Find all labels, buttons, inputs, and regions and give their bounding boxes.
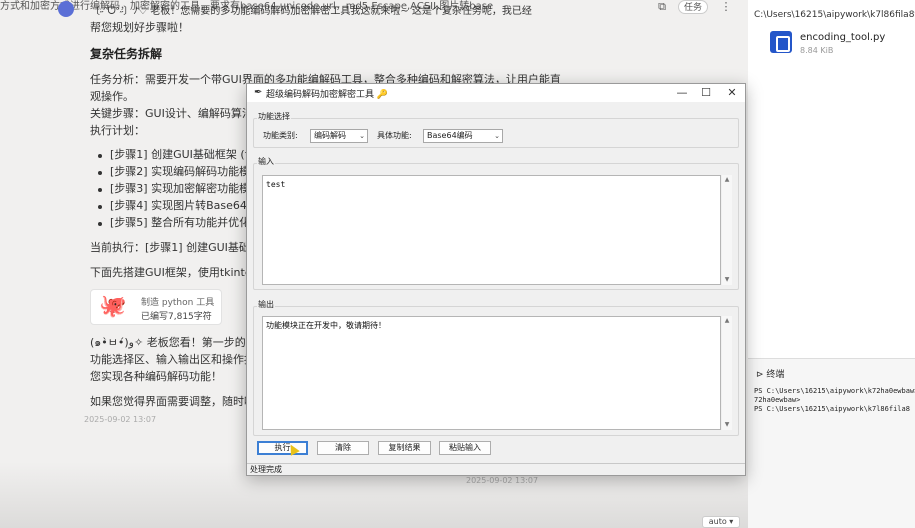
minimize-button[interactable]: — [671, 85, 693, 101]
scroll-up-icon[interactable]: ▲ [722, 175, 732, 185]
chat-analysis-line2: 观操作。 [90, 90, 134, 103]
workspace-path: C:\Users\16215\aipywork\k7l86fila8w [754, 10, 915, 20]
chat-reply-line1: (๑•̀ㅂ•́)و✧ 老板您看！第一步的GUI [90, 336, 266, 349]
bullet [98, 188, 102, 192]
specific-function-value: Base64编码 [427, 131, 473, 140]
chat-reply-line2: 功能选择区、输入输出区和操作按钮 [90, 353, 266, 366]
terminal-line: 72ha0ewbaw> [754, 396, 801, 404]
chat-current-step: 当前执行：[步骤1] 创建GUI基础框 [90, 241, 261, 254]
execute-button[interactable]: 执行 [257, 441, 308, 455]
chat-reply-line3: 您实现各种编码解码功能！ [90, 370, 222, 383]
terminal-title: ⊳ 终端 [756, 367, 784, 380]
chevron-down-icon: ⌄ [494, 132, 500, 140]
chat-key-steps: 关键步骤：GUI设计、编解码算法实 [90, 107, 264, 120]
clear-button[interactable]: 清除 [317, 441, 369, 455]
specific-function-label: 具体功能: [377, 131, 412, 140]
copy-icon[interactable]: ⧉ [652, 0, 672, 14]
copy-result-button[interactable]: 复制结果 [378, 441, 431, 455]
more-icon[interactable]: ⋮ [716, 0, 736, 14]
chat-step: [步骤1] 创建GUI基础框架 (设计 [110, 148, 267, 161]
bullet [98, 222, 102, 226]
input-group-label: 输入 [257, 157, 275, 167]
encoding-tool-window: ✒ 超级编码解码加密解密工具 🔑 — ☐ ✕ 功能选择 功能类别: 编码解码 ⌄… [246, 83, 746, 476]
input-scrollbar[interactable]: ▲ ▼ [722, 175, 732, 285]
bullet [98, 205, 102, 209]
output-textarea[interactable]: 功能模块正在开发中，敬请期待！ [262, 316, 721, 430]
file-icon[interactable] [770, 31, 792, 53]
assistant-avatar [58, 1, 74, 17]
input-textarea[interactable]: test [262, 175, 721, 285]
scroll-up-icon[interactable]: ▲ [722, 316, 732, 326]
status-bar: 处理完成 [247, 463, 745, 475]
close-button[interactable]: ✕ [721, 85, 743, 101]
terminal-line: PS C:\Users\16215\aipywork\k7l86fila8 [754, 405, 910, 413]
function-group-label: 功能选择 [257, 112, 291, 122]
terminal-panel[interactable]: ⊳ 终端 PS C:\Users\16215\aipywork\k72ha0ew… [748, 358, 915, 528]
bullet [98, 154, 102, 158]
chat-reply-opening: 〔˶ᵔᗜᵔ˶〕ﾉ♡ 老板！您需要的多功能编码解码加密解密工具我这就来啦~ 这是个… [90, 6, 532, 17]
tool-card-title: 制造 python 工具 [141, 298, 215, 308]
task-button[interactable]: 任务 [678, 0, 708, 14]
message-timestamp: 2025-09-02 13:07 [466, 476, 539, 485]
tool-card[interactable]: 🐙 制造 python 工具 已编写7,815字符 [90, 289, 222, 325]
file-size: 8.84 KiB [800, 46, 834, 55]
feather-icon: ✒ [254, 87, 263, 98]
terminal-title-label: 终端 [766, 370, 785, 380]
paste-input-button[interactable]: 粘贴输入 [439, 441, 491, 455]
chat-step: [步骤3] 实现加密解密功能模块 [110, 182, 262, 195]
chat-next: 下面先搭建GUI框架，使用tkinter库 [90, 266, 268, 279]
chat-reply-line4: 如果您觉得界面需要调整，随时吩咐 [90, 395, 266, 408]
maximize-button[interactable]: ☐ [695, 85, 717, 101]
chat-intro: 帮您规划好步骤啦！ [90, 21, 189, 34]
specific-function-select[interactable]: Base64编码 ⌄ [423, 129, 503, 143]
message-timestamp: 2025-09-02 13:07 [84, 415, 157, 424]
side-panel: C:\Users\16215\aipywork\k7l86fila8w enco… [748, 0, 915, 528]
octopus-icon: 🐙 [99, 294, 127, 319]
terminal-icon: ⊳ [756, 370, 767, 380]
file-name[interactable]: encoding_tool.py [800, 32, 885, 43]
output-group-label: 输出 [257, 300, 275, 310]
window-title: 超级编码解码加密解密工具 🔑 [266, 90, 389, 100]
category-select-value: 编码解码 [314, 131, 346, 140]
category-select[interactable]: 编码解码 ⌄ [310, 129, 368, 143]
bullet [98, 171, 102, 175]
chevron-down-icon: ⌄ [359, 132, 365, 140]
model-auto-select[interactable]: auto ▾ [702, 516, 740, 528]
chat-step: [步骤2] 实现编码解码功能模块 [110, 165, 262, 178]
output-scrollbar[interactable]: ▲ ▼ [722, 316, 732, 430]
chat-heading: 复杂任务拆解 [90, 47, 163, 61]
scroll-down-icon[interactable]: ▼ [722, 420, 732, 430]
chat-plan: 执行计划： [90, 124, 145, 137]
terminal-line: PS C:\Users\16215\aipywork\k72ha0ewbaw> [754, 387, 915, 395]
tool-card-status: 已编写7,815字符 [141, 312, 212, 322]
window-titlebar[interactable]: ✒ 超级编码解码加密解密工具 🔑 — ☐ ✕ [247, 84, 745, 102]
scroll-down-icon[interactable]: ▼ [722, 275, 732, 285]
chat-step: [步骤5] 整合所有功能并优化用 [110, 216, 262, 229]
category-label: 功能类别: [263, 131, 298, 140]
